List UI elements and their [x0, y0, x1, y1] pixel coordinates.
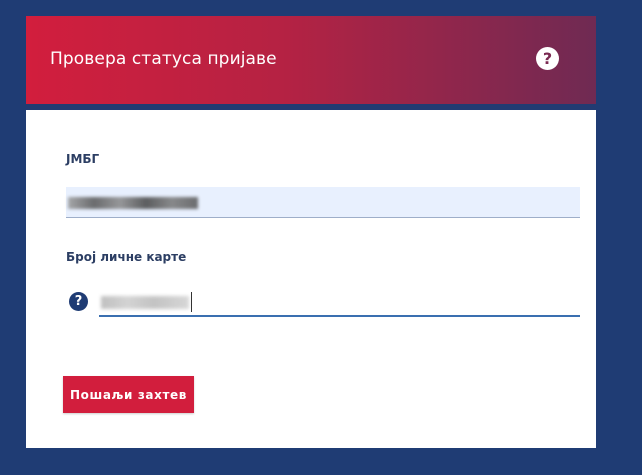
id-card-number-input[interactable] [99, 288, 580, 317]
card-header: Провера статуса пријаве ? [26, 16, 596, 110]
submit-request-button[interactable]: Пошаљи захтев [63, 376, 194, 413]
page-background: Провера статуса пријаве ? ЈМБГ Број личн… [0, 0, 642, 475]
jmbg-obscured-value [68, 197, 198, 209]
jmbg-label: ЈМБГ [66, 152, 100, 166]
id-card-obscured-value [101, 296, 189, 309]
page-title: Провера статуса пријаве [50, 49, 277, 69]
status-check-card: Провера статуса пријаве ? ЈМБГ Број личн… [26, 16, 596, 448]
id-card-number-label: Број личне карте [66, 250, 187, 264]
id-card-help-icon[interactable]: ? [69, 292, 88, 311]
text-caret [191, 292, 192, 312]
jmbg-input[interactable] [66, 187, 580, 218]
help-question-icon[interactable]: ? [536, 47, 559, 70]
